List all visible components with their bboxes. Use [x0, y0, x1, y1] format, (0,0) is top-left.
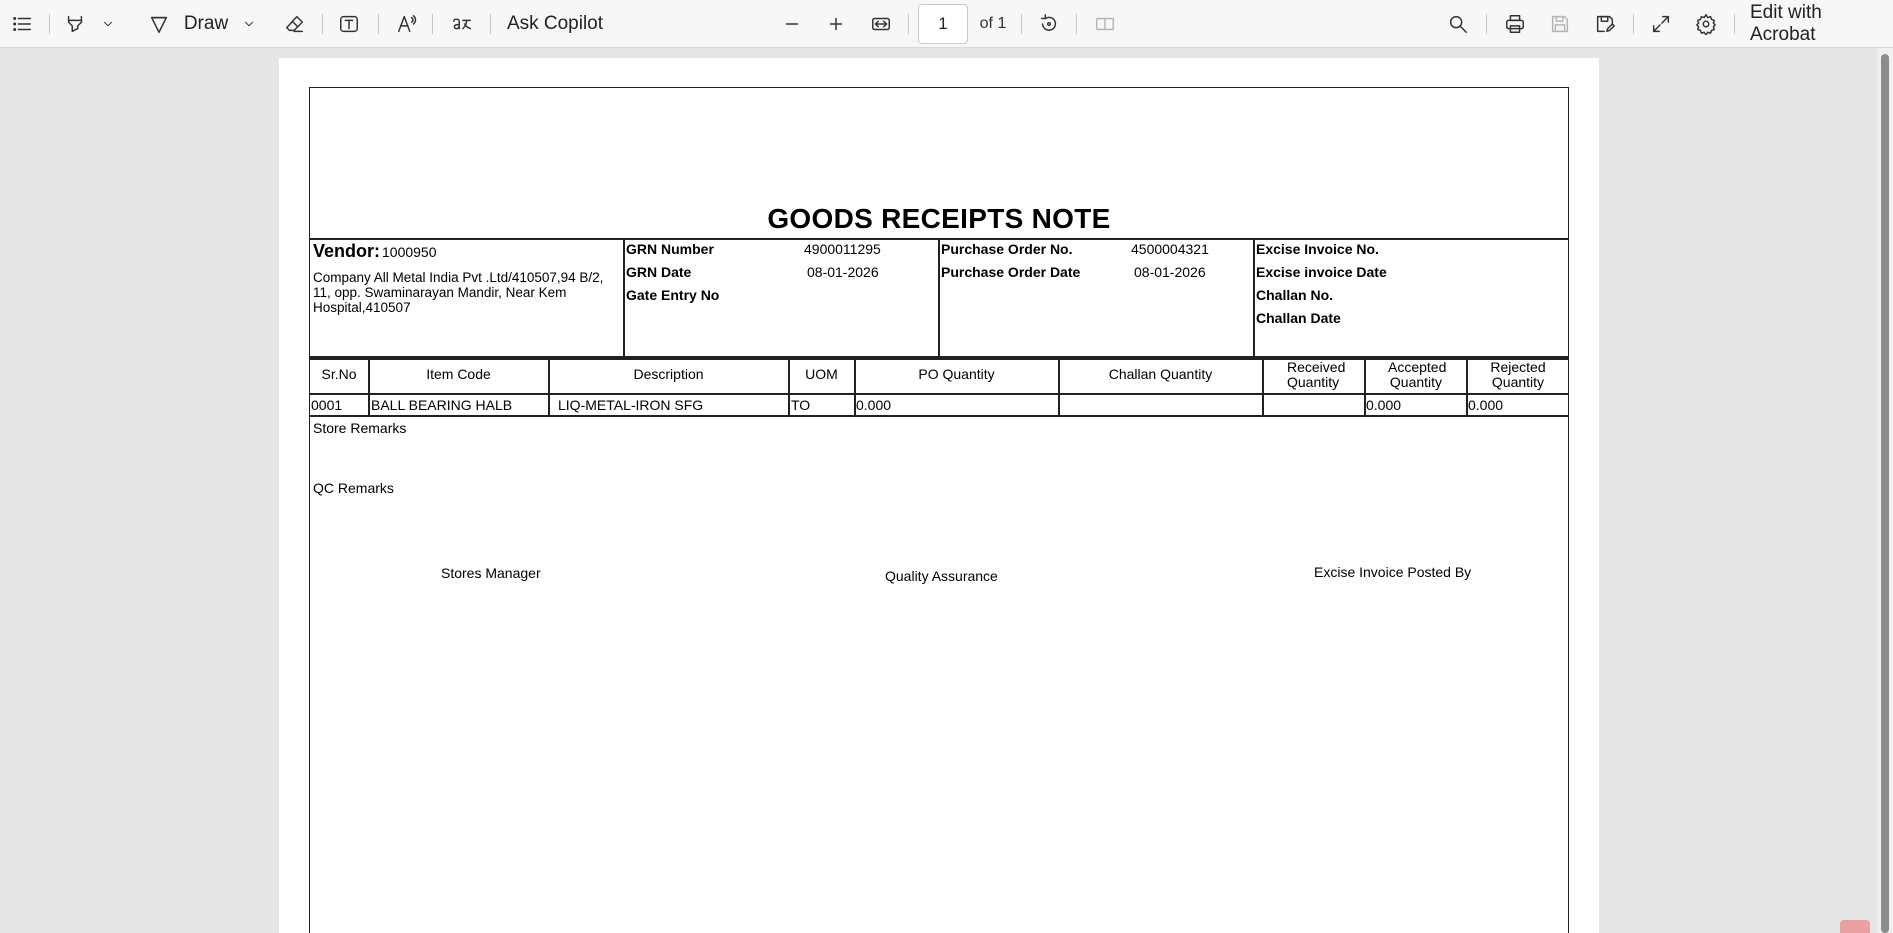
challan-date-label: Challan Date — [1256, 310, 1341, 326]
fit-width-icon[interactable] — [868, 0, 894, 48]
cell-sr-no: 0001 — [311, 397, 343, 413]
column-header: UOM — [805, 366, 838, 382]
eraser-icon[interactable] — [282, 0, 308, 48]
column-header: Accepted Quantity — [1388, 359, 1447, 390]
chevron-down-icon[interactable] — [241, 0, 257, 48]
fullscreen-icon[interactable] — [1648, 0, 1674, 48]
cell-item-code: BALL BEARING HALB — [371, 397, 513, 413]
highlight-icon[interactable] — [62, 0, 88, 48]
qc-remarks-label: QC Remarks — [313, 480, 394, 496]
gate-entry-label: Gate Entry No — [626, 287, 720, 303]
signature-quality-assurance: Quality Assurance — [885, 568, 998, 584]
draw-icon[interactable] — [146, 0, 172, 48]
po-number-label: Purchase Order No. — [941, 241, 1073, 257]
chevron-down-icon[interactable] — [100, 0, 116, 48]
draw-button[interactable]: Draw — [182, 0, 230, 48]
po-date: 08-01-2026 — [1134, 264, 1206, 280]
contents-icon[interactable] — [8, 0, 36, 48]
column-header: Challan Quantity — [1108, 366, 1213, 382]
excise-invoice-no-label: Excise Invoice No. — [1256, 241, 1379, 257]
grn-date: 08-01-2026 — [807, 264, 879, 280]
zoom-out-icon[interactable] — [780, 0, 804, 48]
grn-number-label: GRN Number — [626, 241, 714, 257]
save-as-icon[interactable] — [1592, 0, 1618, 48]
page-view-icon[interactable] — [1092, 0, 1118, 48]
column-header: Sr.No — [321, 366, 357, 382]
cell-uom: TO — [791, 397, 811, 413]
edit-with-acrobat-button[interactable]: Edit with Acrobat — [1750, 0, 1890, 48]
column-header: Rejected Quantity — [1490, 359, 1546, 390]
excise-invoice-date-label: Excise invoice Date — [1256, 264, 1387, 280]
pdf-toolbar: Draw Ask Copilot 1 of 1 Edit with Acroba… — [0, 0, 1893, 48]
document-title: GOODS RECEIPTS NOTE — [767, 203, 1111, 234]
save-icon[interactable] — [1547, 0, 1573, 48]
text-box-icon[interactable] — [336, 0, 362, 48]
print-icon[interactable] — [1502, 0, 1528, 48]
cell-accepted-quantity: 0.000 — [1366, 397, 1402, 413]
notification-bubble[interactable] — [1840, 920, 1870, 933]
po-date-label: Purchase Order Date — [941, 264, 1081, 280]
page-total: of 1 — [979, 15, 1007, 32]
read-aloud-icon[interactable] — [394, 0, 420, 48]
signature-excise-invoice-posted-by: Excise Invoice Posted By — [1314, 564, 1472, 580]
challan-no-label: Challan No. — [1256, 287, 1334, 303]
vendor-address: Company All Metal India Pvt .Ltd/410507,… — [313, 270, 604, 315]
vendor-label: Vendor: — [313, 241, 381, 261]
rotate-icon[interactable] — [1036, 0, 1062, 48]
column-header: PO Quantity — [918, 366, 995, 382]
settings-icon[interactable] — [1693, 0, 1719, 48]
column-header: Item Code — [426, 366, 491, 382]
scrollbar-thumb[interactable] — [1881, 54, 1889, 933]
zoom-in-icon[interactable] — [824, 0, 848, 48]
cell-rejected-quantity: 0.000 — [1468, 397, 1504, 413]
grn-date-label: GRN Date — [626, 264, 692, 280]
po-number: 4500004321 — [1131, 241, 1209, 257]
column-header: Received Quantity — [1287, 359, 1346, 390]
grn-number: 4900011295 — [804, 241, 881, 257]
search-icon[interactable] — [1445, 0, 1471, 48]
vendor-code: 1000950 — [382, 244, 437, 260]
column-header: Description — [633, 366, 704, 382]
signature-stores-manager: Stores Manager — [441, 565, 541, 581]
cell-po-quantity: 0.000 — [856, 397, 892, 413]
ask-copilot-button[interactable]: Ask Copilot — [505, 0, 605, 48]
cell-description: LIQ-METAL-IRON SFG — [558, 397, 704, 413]
store-remarks-label: Store Remarks — [313, 420, 407, 436]
page-number-input[interactable]: 1 — [918, 4, 968, 44]
translate-icon[interactable] — [448, 0, 476, 48]
